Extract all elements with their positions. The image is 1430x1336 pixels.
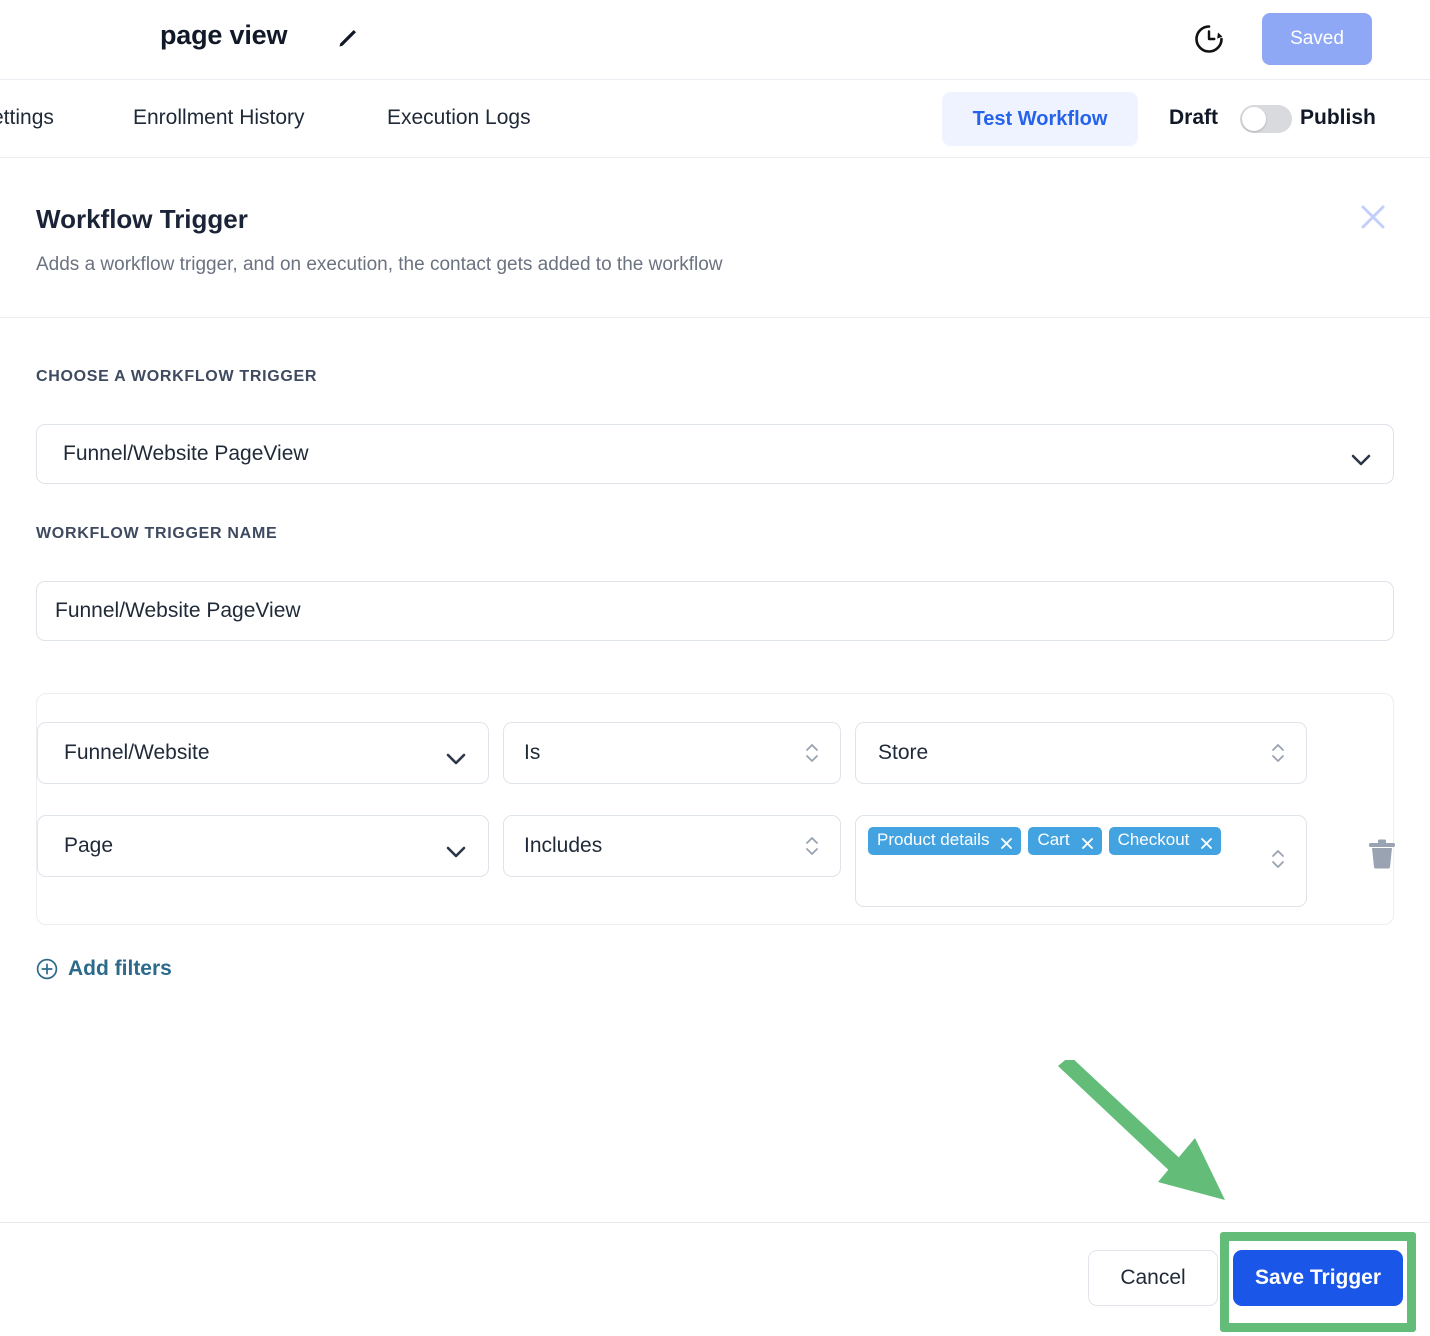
- choose-trigger-label: CHOOSE A WORKFLOW TRIGGER: [36, 368, 318, 385]
- filter-value-text: Store: [878, 741, 929, 764]
- stepper-icon: [804, 833, 820, 859]
- saved-button[interactable]: Saved: [1262, 13, 1372, 65]
- trash-icon[interactable]: [1367, 837, 1397, 871]
- green-arrow-annotation: [1040, 1056, 1270, 1220]
- filter-value-multiselect[interactable]: Product details Cart Checkout: [855, 815, 1307, 907]
- chevron-down-icon: [446, 747, 466, 765]
- filter-field-select[interactable]: Page: [37, 815, 489, 877]
- value-tag[interactable]: Checkout: [1108, 827, 1222, 855]
- clock-history-icon[interactable]: [1192, 22, 1226, 56]
- page-title: page view: [160, 20, 288, 50]
- top-bar: page view Saved: [0, 0, 1430, 80]
- chevron-down-icon: [446, 840, 466, 858]
- close-icon[interactable]: [1081, 834, 1094, 849]
- publish-label: Publish: [1300, 106, 1376, 129]
- value-tag-label: Product details: [877, 830, 990, 849]
- filter-operator-value: Is: [524, 741, 541, 764]
- filter-field-select[interactable]: Funnel/Website: [37, 722, 489, 784]
- filter-operator-value: Includes: [524, 834, 603, 857]
- filter-operator-select[interactable]: Is: [503, 722, 841, 784]
- tab-settings[interactable]: ettings: [0, 106, 54, 130]
- value-tag-label: Checkout: [1117, 830, 1190, 849]
- stepper-icon: [804, 740, 820, 766]
- trigger-name-value: Funnel/Website PageView: [55, 599, 301, 622]
- chevron-down-icon: [1351, 448, 1371, 466]
- pencil-icon[interactable]: [336, 26, 360, 50]
- draft-label: Draft: [1169, 106, 1219, 129]
- value-tag[interactable]: Product details: [868, 827, 1022, 855]
- cancel-button[interactable]: Cancel: [1088, 1250, 1218, 1306]
- value-tag-label: Cart: [1037, 830, 1070, 849]
- close-icon[interactable]: [1200, 834, 1213, 849]
- choose-trigger-select[interactable]: Funnel/Website PageView: [36, 424, 1394, 484]
- filter-operator-select[interactable]: Includes: [503, 815, 841, 877]
- workflow-trigger-screen: page view Saved ettings Enrollment Histo…: [0, 0, 1430, 1336]
- publish-toggle[interactable]: [1240, 105, 1292, 133]
- filter-field-value: Funnel/Website: [64, 741, 210, 764]
- filter-field-value: Page: [64, 834, 114, 857]
- filter-value-select[interactable]: Store: [855, 722, 1307, 784]
- close-icon[interactable]: [1356, 200, 1390, 234]
- panel-header: Workflow Trigger Adds a workflow trigger…: [0, 158, 1430, 318]
- add-filters-button[interactable]: Add filters: [36, 957, 172, 981]
- test-workflow-button[interactable]: Test Workflow: [942, 92, 1138, 146]
- tab-enrollment-history[interactable]: Enrollment History: [133, 106, 305, 130]
- close-icon[interactable]: [1000, 834, 1013, 849]
- value-tag[interactable]: Cart: [1028, 827, 1102, 855]
- choose-trigger-value: Funnel/Website PageView: [63, 442, 309, 465]
- stepper-icon: [1270, 740, 1286, 766]
- panel-subtitle: Adds a workflow trigger, and on executio…: [36, 254, 723, 275]
- tab-execution-logs[interactable]: Execution Logs: [387, 106, 531, 130]
- trigger-name-input[interactable]: Funnel/Website PageView: [36, 581, 1394, 641]
- filters-container: Funnel/Website Is Store Page Includes Pr…: [36, 693, 1397, 925]
- trigger-name-label: WORKFLOW TRIGGER NAME: [36, 525, 278, 542]
- plus-circle-icon: [36, 958, 58, 980]
- save-trigger-button[interactable]: Save Trigger: [1233, 1250, 1403, 1306]
- panel-title: Workflow Trigger: [36, 204, 248, 234]
- add-filters-label: Add filters: [68, 957, 172, 980]
- stepper-icon: [1270, 846, 1286, 872]
- toggle-knob: [1242, 107, 1266, 131]
